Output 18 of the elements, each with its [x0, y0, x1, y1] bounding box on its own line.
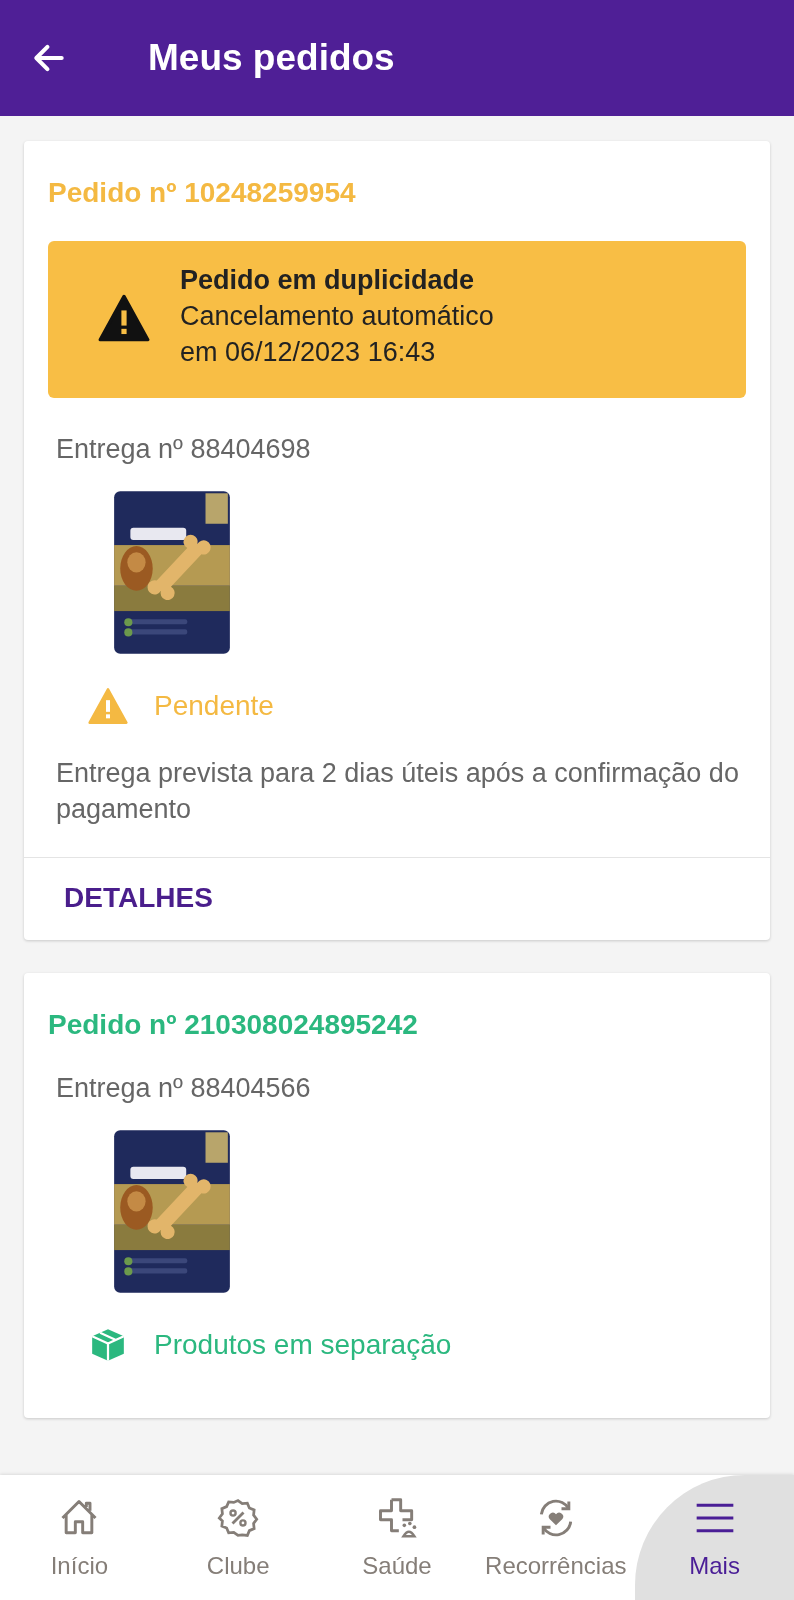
nav-tab[interactable]: Recorrências	[476, 1475, 636, 1600]
nav-tab[interactable]: Mais	[635, 1475, 794, 1600]
details-button[interactable]: DETALHES	[50, 874, 227, 922]
nav-tab[interactable]: Início	[0, 1475, 159, 1600]
delivery-number: Entrega nº 88404566	[56, 1073, 312, 1104]
nav-tab[interactable]: Saúde	[317, 1475, 477, 1600]
warning-icon	[98, 293, 150, 342]
nav-tab[interactable]: Clube	[158, 1475, 318, 1600]
alert-title: Pedido em duplicidade	[180, 265, 476, 296]
alert-text: em 06/12/2023 16:43	[180, 336, 437, 369]
order-number: Pedido nº 210308024895242	[48, 1009, 419, 1041]
alert-text: Cancelamento automático	[180, 300, 494, 333]
status-label: Produtos em separação	[154, 1329, 452, 1361]
delivery-number: Entrega nº 88404698	[56, 434, 312, 465]
status-label: Pendente	[154, 690, 274, 722]
screen-title: Meus pedidos	[148, 37, 395, 79]
delivery-estimate: Entrega prevista para 2 dias úteis após a confirmação do pagamento	[56, 757, 740, 826]
order-number: Pedido nº 10248259954	[48, 177, 357, 209]
